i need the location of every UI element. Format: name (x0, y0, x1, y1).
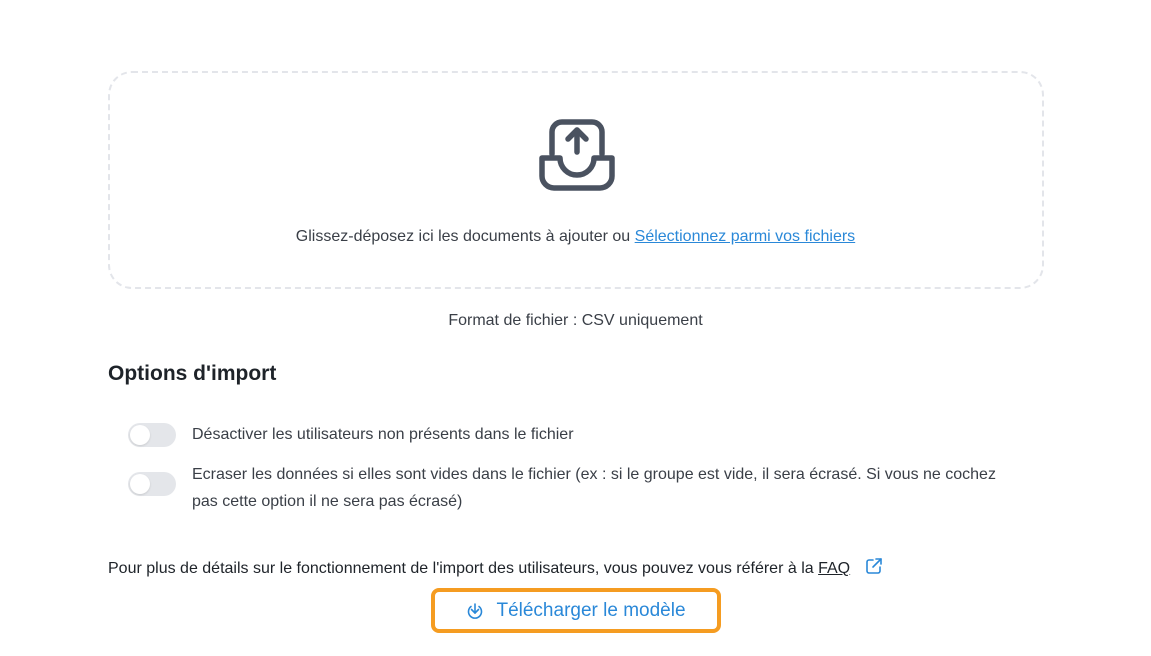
overwrite-empty-toggle[interactable] (128, 472, 176, 496)
download-template-button[interactable]: Télécharger le modèle (431, 588, 721, 633)
option-deactivate-users: Désactiver les utilisateurs non présents… (128, 421, 1012, 448)
toggle-knob (130, 425, 150, 445)
import-options-title: Options d'import (108, 362, 277, 385)
select-files-link[interactable]: Sélectionnez parmi vos fichiers (635, 228, 856, 245)
faq-text: Pour plus de détails sur le fonctionneme… (108, 560, 814, 577)
overwrite-empty-label: Ecraser les données si elles sont vides … (192, 466, 996, 510)
dropzone-instruction: Glissez-déposez ici les documents à ajou… (295, 228, 631, 245)
faq-info: Pour plus de détails sur le fonctionneme… (108, 557, 883, 578)
deactivate-users-label: Désactiver les utilisateurs non présents… (192, 426, 574, 443)
download-template-label: Télécharger le modèle (496, 599, 686, 621)
faq-link[interactable]: FAQ (818, 560, 850, 577)
toggle-knob (130, 474, 150, 494)
download-icon (468, 602, 483, 619)
dropzone-text: Glissez-déposez ici les documents à ajou… (0, 228, 1151, 246)
file-format-hint: Format de fichier : CSV uniquement (448, 312, 703, 329)
deactivate-users-toggle[interactable] (128, 423, 176, 447)
external-link-icon[interactable] (865, 557, 883, 575)
option-overwrite-empty: Ecraser les données si elles sont vides … (128, 461, 1012, 515)
import-users-page: Glissez-déposez ici les documents à ajou… (0, 0, 1151, 656)
upload-tray-icon (539, 119, 615, 191)
